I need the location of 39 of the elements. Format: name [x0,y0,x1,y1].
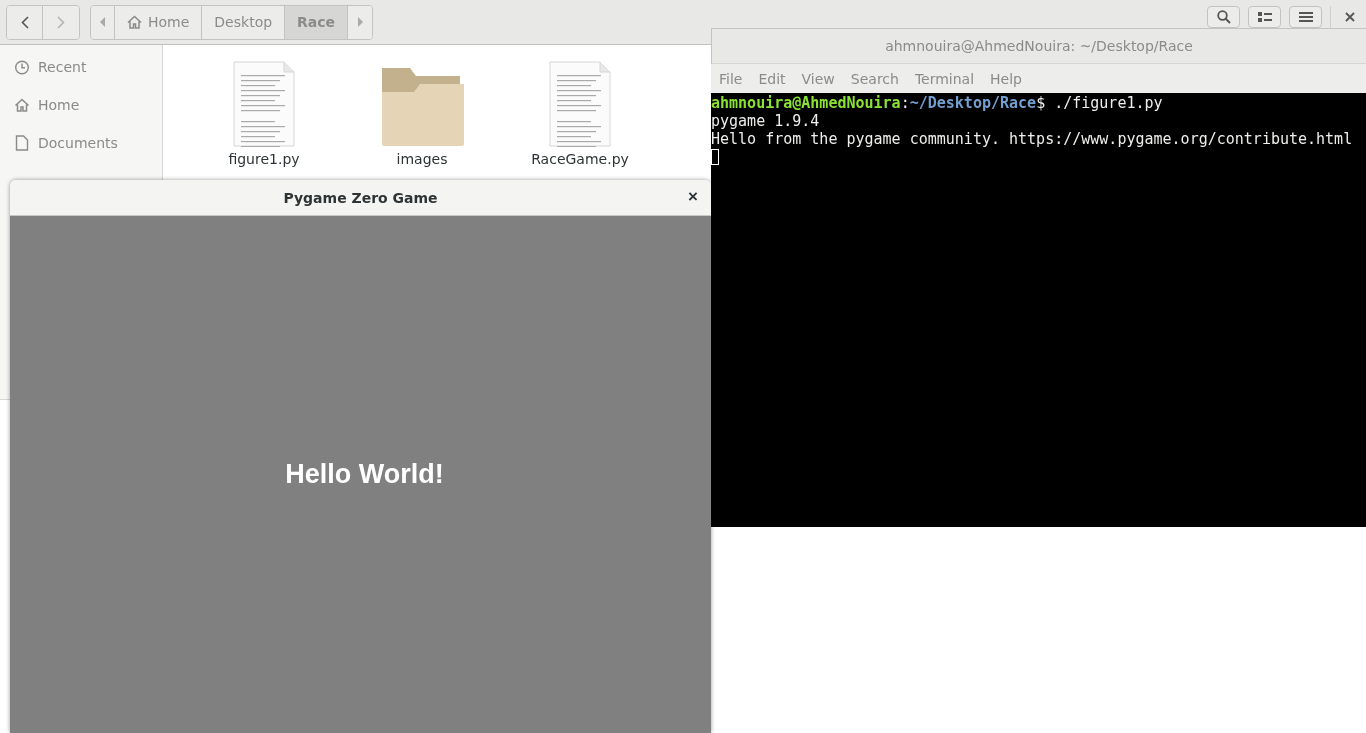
text-file-icon [549,61,611,147]
text-cursor [711,149,719,165]
menu-item[interactable]: View [793,70,843,87]
back-button[interactable] [7,5,43,39]
sidebar-item[interactable]: Home [0,86,162,124]
text-file-icon [233,61,295,147]
menu-item[interactable]: Search [842,70,907,87]
terminal-line: pygame 1.9.4 [711,112,820,130]
file-name[interactable]: images [396,151,448,167]
left-triangle-icon [99,17,106,27]
menu-button[interactable] [1289,5,1322,28]
menu-item[interactable]: Edit [750,70,794,87]
sidebar-item[interactable]: Recent [0,48,162,86]
home-icon [127,15,142,29]
path-button[interactable]: Home [115,5,203,39]
path-button[interactable]: Desktop [202,5,286,39]
window-title: Pygame Zero Game [283,189,438,206]
file-name[interactable]: RaceGame.py [531,151,629,167]
file-name[interactable]: figure1.py [228,151,300,167]
menu-item[interactable]: Terminal [906,70,983,87]
menu-item[interactable]: File [711,70,751,87]
search-icon [1216,9,1231,24]
menu-icon [1298,10,1313,23]
menu-item[interactable]: Help [982,70,1030,87]
close-button[interactable]: × [685,188,701,206]
terminal-line: ahmnouira@AhmedNouira:~/Desktop/Race$ ./figure1.py [711,94,1163,112]
clock-icon [14,59,30,75]
sidebar-item[interactable]: Documents [0,124,162,162]
path-button[interactable]: Race [285,5,349,39]
view-button[interactable] [1248,5,1281,28]
game-message: Hello World! [285,458,444,490]
home-icon [14,98,30,112]
right-triangle-icon [357,17,364,27]
close-icon [1344,11,1355,22]
window-title: ahmnouira@AhmedNouira: ~/Desktop/Race [711,28,1366,64]
document-icon [14,135,30,151]
list-view-icon [1257,10,1272,23]
terminal-line: Hello from the pygame community. https://www.pygame.org/contribute.html [711,130,1353,148]
search-button[interactable] [1207,5,1240,28]
